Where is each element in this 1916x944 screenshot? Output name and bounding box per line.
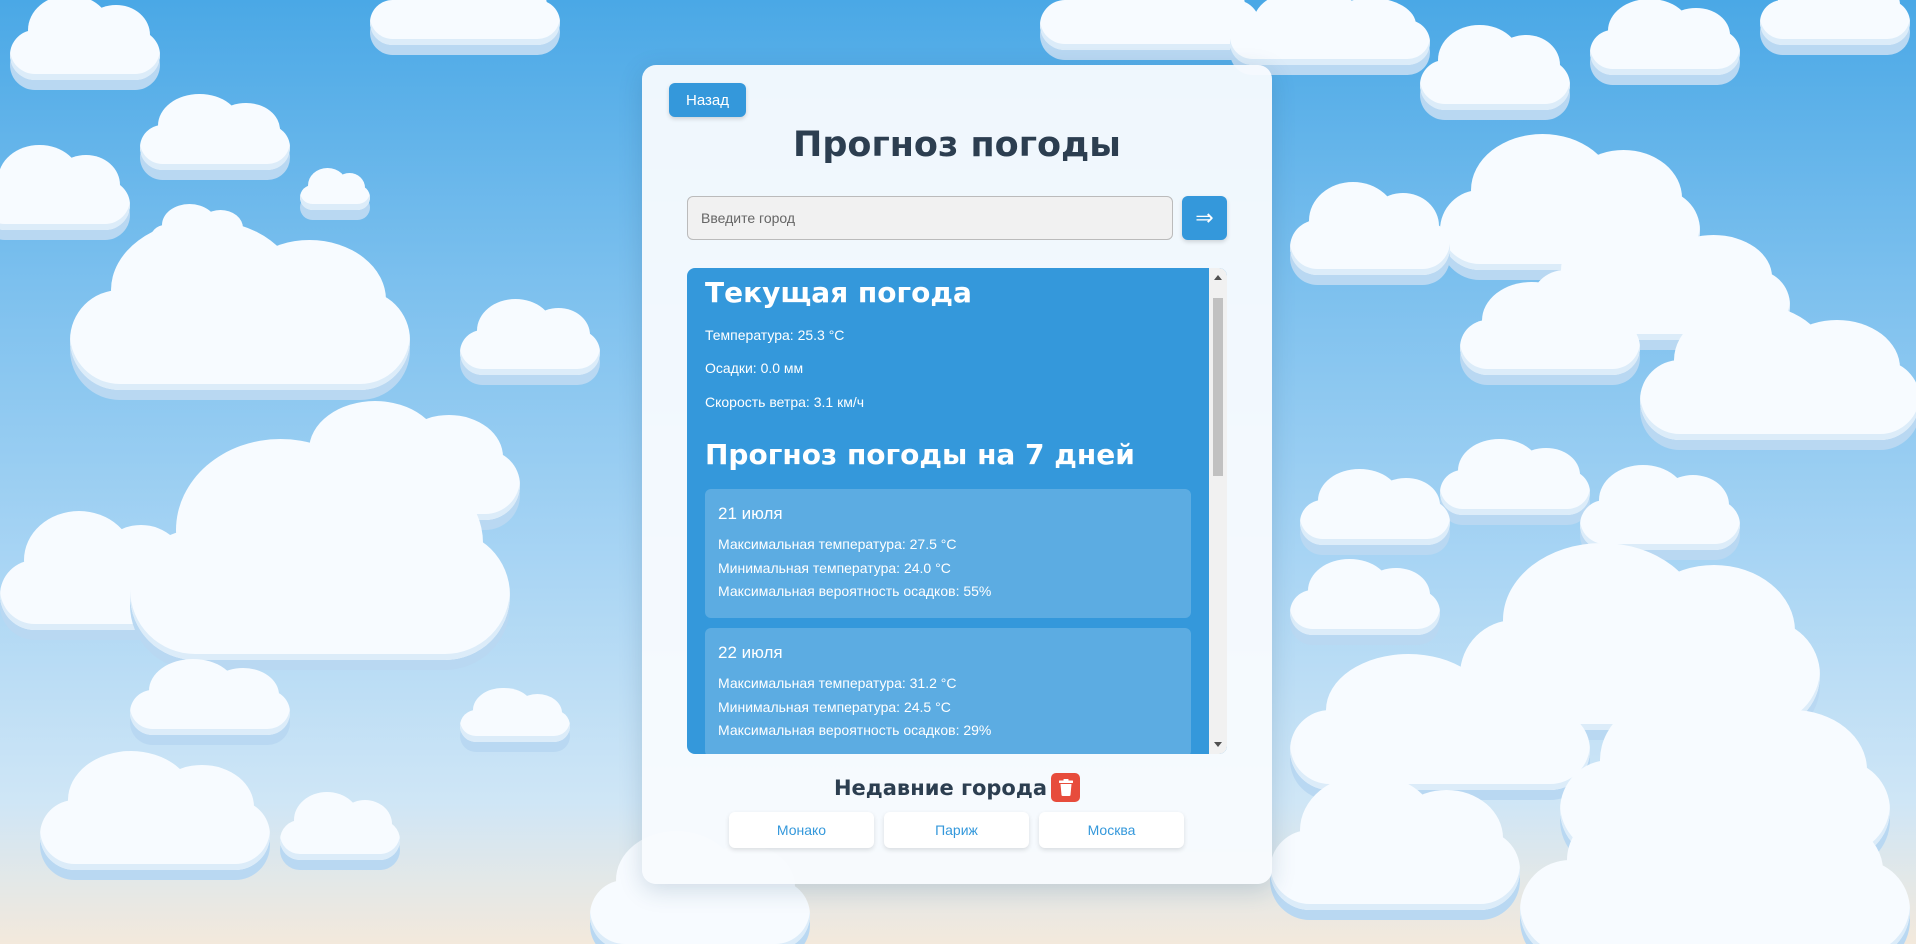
recent-city-button[interactable]: Монако <box>729 812 874 848</box>
forecast-precip-prob: Максимальная вероятность осадков: 29% <box>718 722 992 738</box>
current-precipitation: Осадки: 0.0 мм <box>705 360 804 376</box>
recent-city-button[interactable]: Париж <box>884 812 1029 848</box>
forecast-day-card: 21 июля Максимальная температура: 27.5 °… <box>705 489 1191 618</box>
forecast-precip-prob: Максимальная вероятность осадков: 55% <box>718 583 992 599</box>
forecast-min-temp: Минимальная температура: 24.0 °C <box>718 559 951 576</box>
search-submit-button[interactable]: ⇒ <box>1182 196 1227 240</box>
scroll-down-arrow-icon[interactable] <box>1214 742 1222 747</box>
recent-city-button[interactable]: Москва <box>1039 812 1184 848</box>
page-title: Прогноз погоды <box>793 125 1121 165</box>
current-weather-heading: Текущая погода <box>705 276 972 309</box>
weather-results-content: Текущая погода Температура: 25.3 °C Осад… <box>687 268 1209 754</box>
forecast-day-card: 22 июля Максимальная температура: 31.2 °… <box>705 628 1191 754</box>
recent-cities-title: Недавние города <box>833 775 1047 800</box>
scrollbar-thumb[interactable] <box>1213 298 1223 476</box>
arrow-right-icon: ⇒ <box>1195 205 1214 230</box>
back-button[interactable]: Назад <box>669 83 746 117</box>
forecast-max-temp: Максимальная температура: 31.2 °C <box>718 675 957 691</box>
recent-cities-header: Недавние города <box>642 773 1272 802</box>
recent-cities-list: Монако Париж Москва <box>729 812 1184 848</box>
scroll-up-arrow-icon[interactable] <box>1214 275 1222 280</box>
current-wind-speed: Скорость ветра: 3.1 км/ч <box>705 394 864 410</box>
city-search-input[interactable] <box>687 196 1173 240</box>
weather-panel-scrollbar[interactable] <box>1209 268 1227 754</box>
forecast-heading: Прогноз погоды на 7 дней <box>705 438 1135 471</box>
forecast-day-date: 22 июля <box>718 643 783 662</box>
weather-card: Назад Прогноз погоды ⇒ Текущая погода Те… <box>642 65 1272 884</box>
current-temperature: Температура: 25.3 °C <box>705 327 845 343</box>
weather-results-panel[interactable]: Текущая погода Температура: 25.3 °C Осад… <box>687 268 1227 754</box>
clear-recent-button[interactable] <box>1051 773 1080 802</box>
forecast-day-date: 21 июля <box>718 504 783 523</box>
forecast-min-temp: Минимальная температура: 24.5 °C <box>718 698 951 715</box>
trash-icon <box>1058 779 1073 796</box>
forecast-max-temp: Максимальная температура: 27.5 °C <box>718 536 957 552</box>
